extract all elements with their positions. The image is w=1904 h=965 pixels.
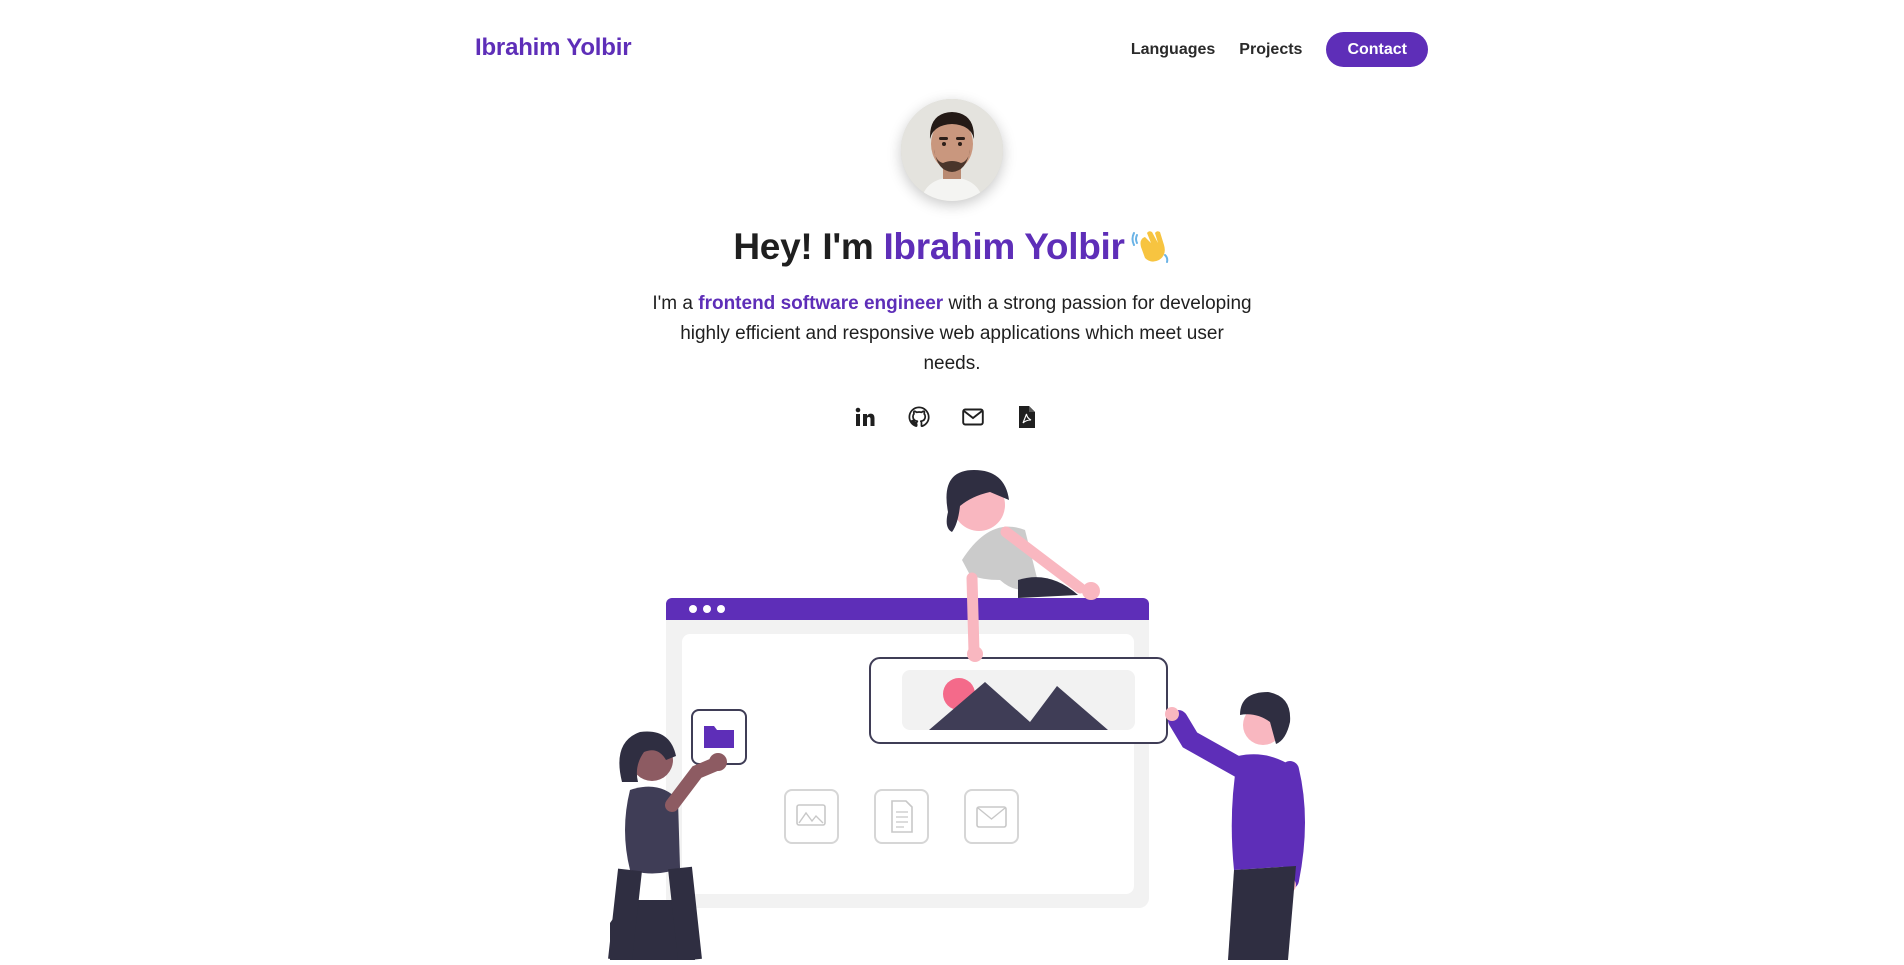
profile-avatar [901,99,1003,201]
pdf-resume-icon [1019,406,1035,428]
brand-logo-link[interactable]: Ibrahim Yolbir [475,34,632,62]
github-link[interactable] [907,405,931,429]
intro-prefix: I'm a [652,293,699,314]
waving-hand-icon [1131,225,1171,265]
github-icon [908,406,930,428]
contact-button[interactable]: Contact [1326,32,1428,67]
hero-title: Hey! I'm Ibrahim Yolbir [0,225,1904,268]
linkedin-icon [855,407,875,426]
email-link[interactable] [961,405,985,429]
mail-icon [962,408,984,426]
nav-languages[interactable]: Languages [1131,41,1215,59]
profile-photo [901,99,1003,201]
hero-title-name: Ibrahim Yolbir [883,226,1125,267]
resume-pdf-link[interactable] [1015,405,1039,429]
hero-illustration [600,460,1360,962]
main-nav: Languages Projects Contact [1131,32,1428,67]
nav-projects[interactable]: Projects [1239,41,1302,59]
social-links [853,405,1039,429]
hero-intro: I'm a frontend software engineer with a … [652,289,1252,379]
hero-title-prefix: Hey! I'm [733,226,884,267]
web-team-illustration [608,470,1305,962]
linkedin-link[interactable] [853,405,877,429]
intro-role: frontend software engineer [698,293,944,314]
site-header: Ibrahim Yolbir Languages Projects Contac… [0,0,1904,100]
